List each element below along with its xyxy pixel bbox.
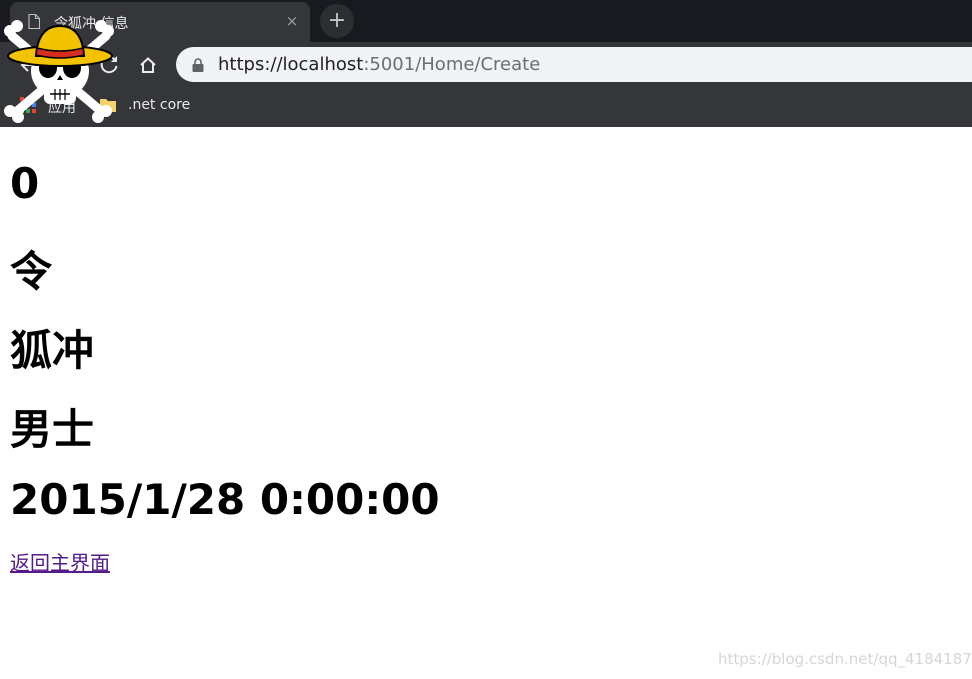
watermark: https://blog.csdn.net/qq_41841878: [718, 650, 972, 668]
bookmark-net-core[interactable]: .net core: [128, 97, 190, 117]
lock-icon: [192, 58, 204, 72]
field-id: 0: [10, 159, 40, 208]
new-tab-button[interactable]: +: [320, 4, 354, 38]
tab-strip: 令狐冲 信息 × +: [0, 0, 972, 42]
toolbar: https://localhost:5001/Home/Create: [0, 42, 972, 88]
straw-hat-skull-logo: [4, 20, 114, 123]
back-to-home-link[interactable]: 返回主界面: [10, 547, 110, 576]
url-host: https://localhost: [218, 54, 364, 75]
bookmarks-bar: 应用 .net core: [0, 88, 972, 127]
url-text: https://localhost:5001/Home/Create: [218, 54, 540, 75]
home-icon: [140, 57, 156, 73]
close-tab-icon[interactable]: ×: [282, 11, 302, 31]
field-date: 2015/1/28 0:00:00: [10, 475, 440, 524]
field-gender: 男士: [10, 405, 95, 454]
url-path: :5001/Home/Create: [363, 54, 541, 75]
field-given-name: 狐冲: [10, 326, 95, 375]
browser-chrome: 令狐冲 信息 × + https://localhost:5001/Home/C…: [0, 0, 972, 127]
field-surname: 令: [10, 247, 53, 296]
home-button[interactable]: [133, 50, 163, 80]
address-bar[interactable]: https://localhost:5001/Home/Create: [176, 47, 972, 82]
